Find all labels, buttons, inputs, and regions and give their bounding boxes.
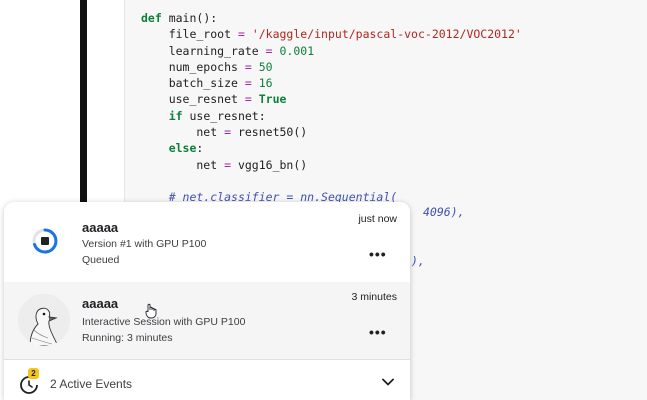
- active-events-label: 2 Active Events: [50, 377, 133, 391]
- code-line-2: file_root = '/kaggle/input/pascal-voc-20…: [141, 27, 522, 42]
- code-line-5: batch_size = 16: [141, 76, 273, 91]
- code-cell[interactable]: def main(): file_root = '/kaggle/input/p…: [141, 10, 522, 206]
- more-options-button[interactable]: •••: [369, 247, 386, 261]
- event-status: Running: 3 minutes: [82, 332, 173, 344]
- code-line-3: learning_rate = 0.001: [141, 43, 315, 58]
- event-title: aaaaa: [82, 296, 119, 311]
- code-fragment-2: ),: [411, 254, 425, 268]
- event-status: Queued: [82, 254, 120, 266]
- event-description: Interactive Session with GPU P100: [82, 316, 246, 328]
- chevron-down-icon[interactable]: [380, 374, 396, 390]
- more-options-button[interactable]: •••: [369, 325, 386, 339]
- code-line-1: def main():: [141, 11, 218, 25]
- hand-cursor-icon: [145, 303, 157, 319]
- code-fragment-1: 4096),: [423, 205, 465, 219]
- active-events-footer[interactable]: 2 2 Active Events: [4, 359, 410, 400]
- code-line-6: use_resnet = True: [141, 92, 287, 107]
- code-line-4: num_epochs = 50: [141, 59, 273, 74]
- queued-spinner-icon: [32, 228, 58, 254]
- goose-avatar: [18, 294, 70, 346]
- code-line-9: else:: [168, 141, 204, 156]
- code-line-7: if use_resnet:: [168, 108, 266, 123]
- active-events-badge: 2: [28, 368, 39, 379]
- event-time: just now: [358, 213, 397, 225]
- code-line-8: net = resnet50(): [141, 125, 308, 140]
- event-description: Version #1 with GPU P100: [82, 238, 207, 250]
- event-time: 3 minutes: [351, 291, 397, 303]
- code-line-10: net = vgg16_bn(): [141, 157, 308, 172]
- event-title: aaaaa: [82, 220, 119, 235]
- goose-icon: [18, 294, 70, 346]
- event-item-version[interactable]: aaaaa Version #1 with GPU P100 Queued ju…: [4, 202, 410, 282]
- active-events-panel: aaaaa Version #1 with GPU P100 Queued ju…: [4, 202, 410, 400]
